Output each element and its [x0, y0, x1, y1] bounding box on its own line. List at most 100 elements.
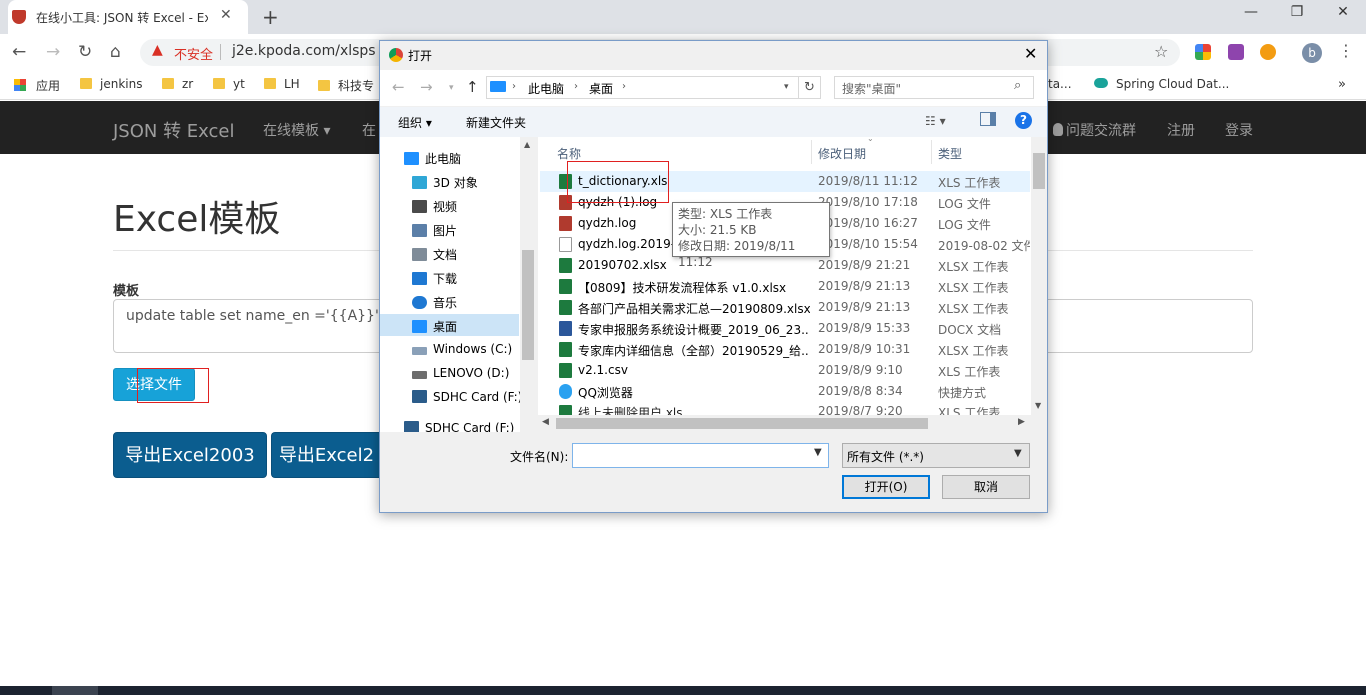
- nav-online[interactable]: 在: [362, 120, 376, 140]
- tab-close-icon[interactable]: ✕: [220, 7, 232, 23]
- export-excel2007-button[interactable]: 导出Excel2: [271, 432, 381, 478]
- file-name[interactable]: v2.1.csv: [578, 363, 810, 377]
- tree-item-this-pc[interactable]: 此电脑: [404, 150, 461, 167]
- taskbar-item[interactable]: [52, 686, 98, 695]
- choose-file-highlight: [137, 368, 209, 403]
- refresh-icon[interactable]: ↻: [799, 76, 821, 99]
- scroll-right-icon[interactable]: ▶: [1018, 417, 1025, 427]
- file-name[interactable]: QQ浏览器: [578, 384, 810, 401]
- back-icon[interactable]: ←: [12, 42, 26, 62]
- file-name[interactable]: 各部门产品相关需求汇总—20190809.xlsx: [578, 300, 810, 317]
- file-name[interactable]: 【0809】技术研发流程体系 v1.0.xlsx: [578, 279, 810, 296]
- scroll-down-icon[interactable]: ▼: [1035, 401, 1041, 410]
- download-icon: [412, 272, 427, 285]
- nav-qq-group[interactable]: 问题交流群: [1053, 120, 1136, 140]
- folder-icon: [80, 78, 92, 89]
- bookmark-apps[interactable]: 应用: [14, 77, 60, 94]
- bookmark-keji[interactable]: 科技专: [318, 77, 374, 94]
- bookmark-star-icon[interactable]: ☆: [1154, 42, 1168, 61]
- tree-item-downloads[interactable]: 下载: [412, 270, 457, 287]
- cancel-button[interactable]: 取消: [942, 475, 1030, 499]
- view-options-icon[interactable]: ☷ ▾: [925, 114, 946, 128]
- sdcard-icon: [404, 421, 419, 432]
- bookmark-yt[interactable]: yt: [213, 77, 245, 91]
- file-row-partial[interactable]: 线上未删除用户.xls 2019/8/7 9:20 XLS 工作表: [540, 404, 1030, 415]
- reload-icon[interactable]: ↻: [78, 42, 92, 62]
- dialog-forward-icon[interactable]: →: [420, 78, 433, 96]
- organize-button[interactable]: 组织 ▾: [398, 114, 432, 131]
- chevron-down-icon[interactable]: ▼: [814, 447, 822, 458]
- extension-icon[interactable]: [1195, 44, 1211, 60]
- tree-item-desktop[interactable]: 桌面: [412, 318, 457, 335]
- window-close-icon[interactable]: ✕: [1320, 4, 1366, 20]
- breadcrumb-chevron-icon[interactable]: ›: [622, 81, 626, 92]
- column-divider[interactable]: [811, 140, 812, 164]
- file-scroll-thumb[interactable]: [1033, 153, 1045, 189]
- nav-templates[interactable]: 在线模板 ▾: [263, 120, 330, 140]
- excel-icon: [559, 363, 572, 378]
- bookmark-lh[interactable]: LH: [264, 77, 300, 91]
- dialog-back-icon[interactable]: ←: [392, 78, 405, 96]
- bookmark-spring-cloud[interactable]: Spring Cloud Dat...: [1094, 77, 1229, 91]
- site-brand[interactable]: JSON 转 Excel: [113, 117, 235, 143]
- preview-pane-icon[interactable]: [980, 112, 996, 126]
- profile-avatar[interactable]: b: [1302, 43, 1322, 63]
- address-dropdown-icon[interactable]: ▾: [784, 82, 789, 92]
- maximize-icon[interactable]: ❐: [1274, 4, 1320, 20]
- tree-item-pictures[interactable]: 图片: [412, 222, 457, 239]
- extension-orange-icon[interactable]: [1260, 44, 1276, 60]
- filename-input[interactable]: [572, 443, 829, 468]
- sort-chevron-icon: ⌄: [867, 134, 874, 143]
- breadcrumb-desktop[interactable]: 桌面: [589, 80, 613, 97]
- file-type: XLSX 工作表: [938, 281, 1009, 295]
- column-divider[interactable]: [931, 140, 932, 164]
- home-icon[interactable]: ⌂: [110, 42, 121, 62]
- nav-register[interactable]: 注册: [1167, 120, 1195, 140]
- file-name[interactable]: 专家申报服务系统设计概要_2019_06_23...: [578, 321, 810, 338]
- file-hscroll-thumb[interactable]: [556, 418, 928, 429]
- column-date[interactable]: 修改日期: [818, 145, 866, 162]
- open-button[interactable]: 打开(O): [842, 475, 930, 499]
- extension-rp-icon[interactable]: [1228, 44, 1244, 60]
- export-excel2003-button[interactable]: 导出Excel2003: [113, 432, 267, 478]
- new-tab-icon[interactable]: +: [262, 5, 279, 29]
- file-icon: [559, 237, 572, 252]
- scroll-left-icon[interactable]: ◀: [542, 417, 549, 427]
- forward-icon[interactable]: →: [46, 42, 60, 62]
- tree-item-videos[interactable]: 视频: [412, 198, 457, 215]
- search-icon[interactable]: ⌕: [1014, 78, 1021, 93]
- url-text[interactable]: j2e.kpoda.com/xlsps: [232, 43, 376, 59]
- nav-scroll-thumb[interactable]: [522, 250, 534, 360]
- minimize-icon[interactable]: —: [1228, 4, 1274, 20]
- more-menu-icon[interactable]: ⋮: [1338, 41, 1354, 60]
- tree-item-3d-objects[interactable]: 3D 对象: [412, 174, 478, 191]
- file-date: 2019/8/10 17:18: [818, 195, 918, 209]
- scroll-up-icon[interactable]: ▲: [524, 140, 530, 149]
- picture-icon: [412, 224, 427, 237]
- bookmark-jenkins[interactable]: jenkins: [80, 77, 142, 91]
- file-type-filter[interactable]: 所有文件 (*.*): [842, 443, 1030, 468]
- insecure-label[interactable]: 不安全: [174, 44, 213, 63]
- new-folder-button[interactable]: 新建文件夹: [466, 114, 526, 131]
- column-type[interactable]: 类型: [938, 145, 962, 162]
- bookmarks-overflow-icon[interactable]: »: [1338, 77, 1346, 92]
- breadcrumb-this-pc[interactable]: 此电脑: [528, 80, 564, 97]
- chevron-down-icon[interactable]: ▼: [1014, 448, 1022, 459]
- tree-item-music[interactable]: 音乐: [412, 294, 457, 311]
- file-date: 2019/8/9 10:31: [818, 342, 911, 356]
- tree-item-sdcard-root[interactable]: SDHC Card (F:): [404, 421, 514, 432]
- recent-locations-icon[interactable]: ▾: [449, 83, 454, 93]
- column-name[interactable]: 名称: [557, 145, 581, 162]
- tree-item-drive-c[interactable]: Windows (C:): [412, 342, 512, 356]
- tree-item-documents[interactable]: 文档: [412, 246, 457, 263]
- bookmark-zr[interactable]: zr: [162, 77, 193, 91]
- file-name[interactable]: 线上未删除用户.xls: [578, 404, 683, 415]
- bookmark-ta[interactable]: ta...: [1048, 77, 1072, 91]
- dialog-close-icon[interactable]: ✕: [1024, 44, 1037, 63]
- help-icon[interactable]: ?: [1015, 112, 1032, 129]
- file-name[interactable]: 专家库内详细信息（全部）20190529_给...: [578, 342, 810, 359]
- up-folder-icon[interactable]: ↑: [466, 78, 479, 96]
- tree-item-drive-d[interactable]: LENOVO (D:): [412, 366, 509, 380]
- nav-login[interactable]: 登录: [1225, 120, 1253, 140]
- tree-item-sdcard[interactable]: SDHC Card (F:): [412, 390, 522, 404]
